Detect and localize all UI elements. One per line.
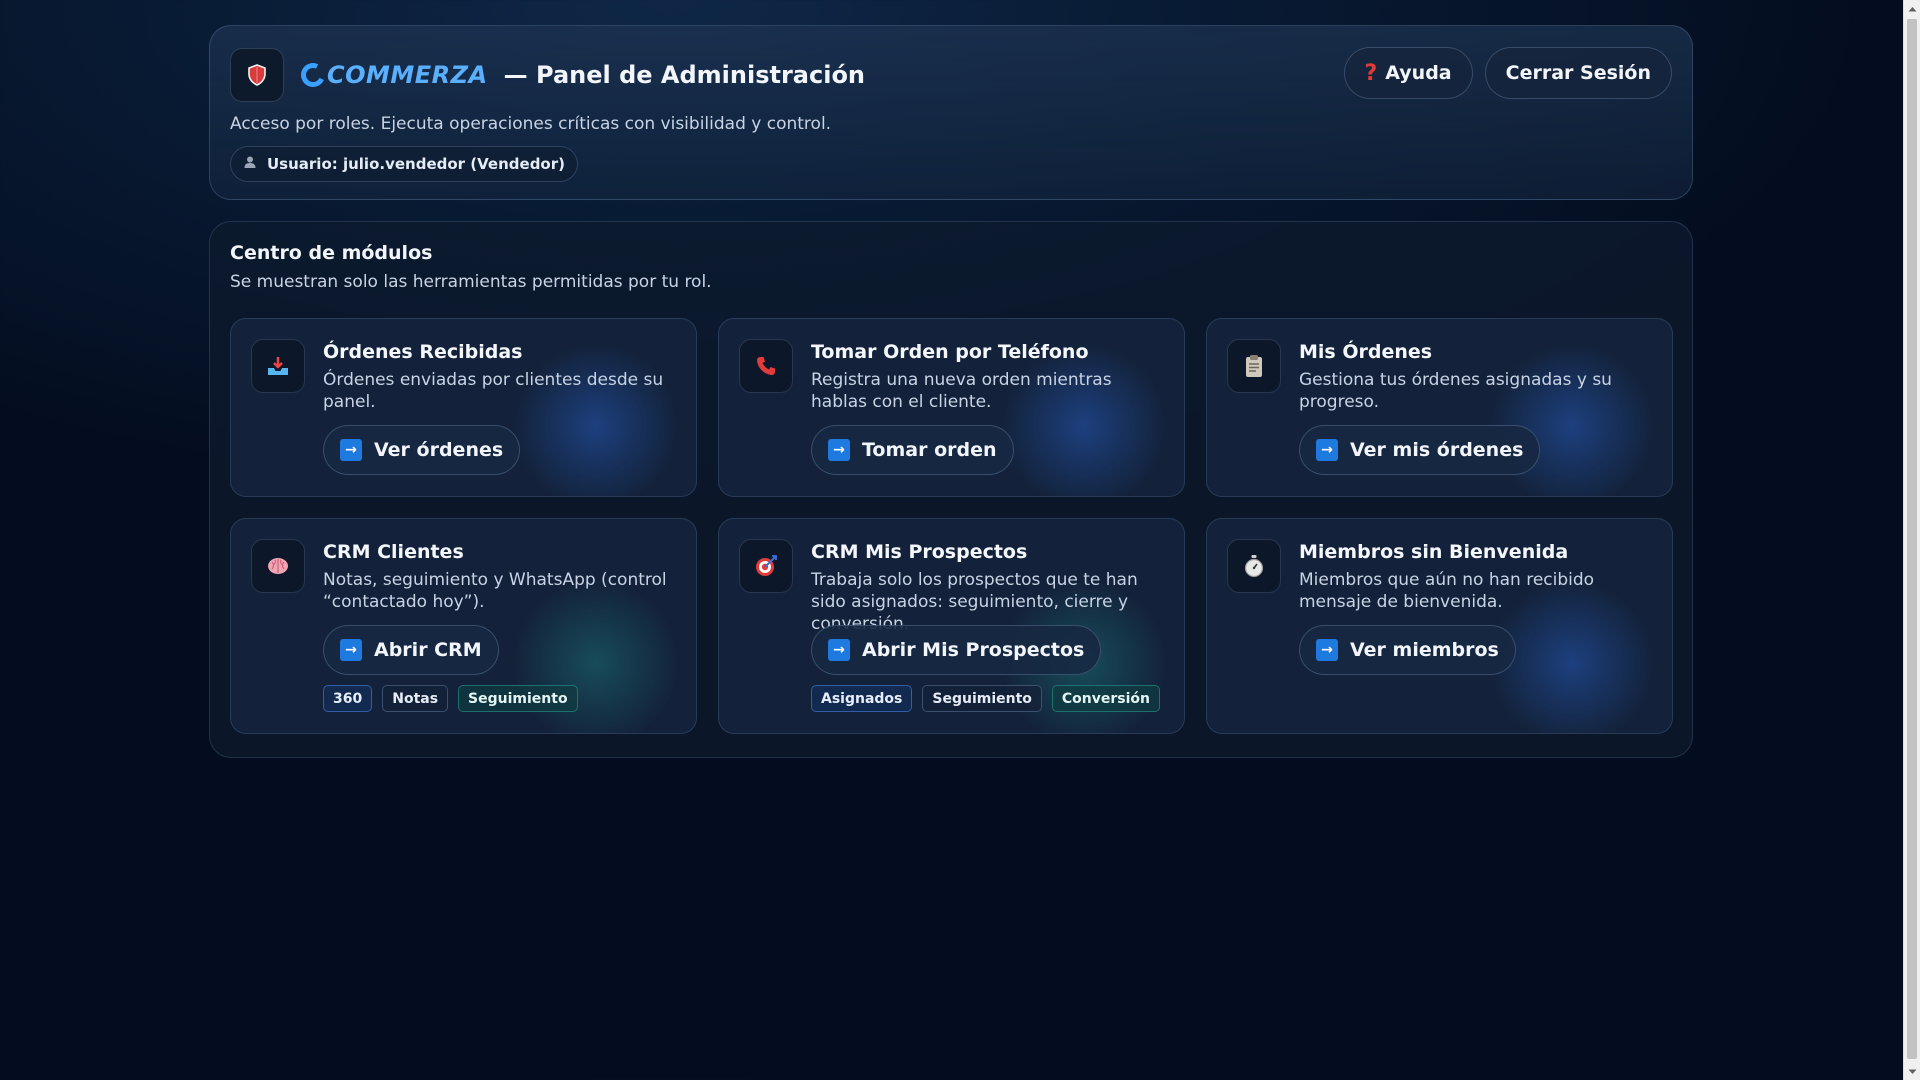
button-label: Abrir Mis Prospectos bbox=[862, 639, 1085, 661]
inbox-tray-icon bbox=[251, 339, 305, 393]
module-crm-mis-prospectos: CRM Mis Prospectos Trabaja solo los pros… bbox=[718, 518, 1185, 734]
tag-list: 360 Notas Seguimiento bbox=[323, 685, 676, 712]
scrollbar-thumb[interactable] bbox=[1907, 19, 1917, 1059]
button-label: Ver órdenes bbox=[374, 439, 504, 461]
scroll-down-arrow-icon[interactable] bbox=[1904, 1063, 1920, 1080]
tomar-orden-button[interactable]: → Tomar orden bbox=[811, 425, 1014, 475]
arrow-right-icon: → bbox=[1316, 439, 1338, 461]
ver-ordenes-button[interactable]: → Ver órdenes bbox=[323, 425, 521, 475]
module-title: Órdenes Recibidas bbox=[323, 341, 523, 363]
help-button[interactable]: ? Ayuda bbox=[1343, 47, 1473, 99]
abrir-mis-prospectos-button[interactable]: → Abrir Mis Prospectos bbox=[811, 625, 1102, 675]
tag-chip: Asignados bbox=[811, 685, 913, 712]
user-label: Usuario: julio.vendedor (Vendedor) bbox=[267, 155, 565, 173]
help-label: Ayuda bbox=[1385, 62, 1452, 84]
user-icon bbox=[243, 155, 257, 173]
module-title: CRM Mis Prospectos bbox=[811, 541, 1028, 563]
ver-miembros-button[interactable]: → Ver miembros bbox=[1299, 625, 1516, 675]
shield-icon bbox=[230, 48, 284, 102]
module-miembros-sin-bienvenida: Miembros sin Bienvenida Miembros que aún… bbox=[1206, 518, 1673, 734]
header-card: COMMERZA — Panel de Administración Acces… bbox=[209, 25, 1693, 200]
modules-panel: Centro de módulos Se muestran solo las h… bbox=[209, 221, 1693, 758]
vertical-scrollbar[interactable] bbox=[1903, 0, 1920, 1080]
button-label: Tomar orden bbox=[862, 439, 997, 461]
module-description: Órdenes enviadas por clientes desde su p… bbox=[323, 370, 664, 412]
module-title: Tomar Orden por Teléfono bbox=[811, 341, 1089, 363]
arrow-right-icon: → bbox=[828, 439, 850, 461]
module-title: Mis Órdenes bbox=[1299, 341, 1433, 363]
phone-icon bbox=[739, 339, 793, 393]
clipboard-icon bbox=[1227, 339, 1281, 393]
module-title: Miembros sin Bienvenida bbox=[1299, 541, 1569, 563]
module-body: Mis Órdenes Gestiona tus órdenes asignad… bbox=[1299, 339, 1652, 496]
user-badge: Usuario: julio.vendedor (Vendedor) bbox=[230, 146, 578, 182]
modules-title: Centro de módulos bbox=[230, 242, 433, 264]
stopwatch-icon bbox=[1227, 539, 1281, 593]
module-description: Notas, seguimiento y WhatsApp (control “… bbox=[323, 570, 667, 612]
page: COMMERZA — Panel de Administración Acces… bbox=[209, 25, 1693, 758]
module-body: CRM Clientes Notas, seguimiento y WhatsA… bbox=[323, 539, 676, 733]
question-icon: ? bbox=[1364, 60, 1378, 86]
tag-list: Asignados Seguimiento Conversión bbox=[811, 685, 1164, 712]
arrow-right-icon: → bbox=[340, 439, 362, 461]
module-crm-clientes: CRM Clientes Notas, seguimiento y WhatsA… bbox=[230, 518, 697, 734]
page-title: — Panel de Administración bbox=[503, 61, 866, 89]
module-body: Miembros sin Bienvenida Miembros que aún… bbox=[1299, 539, 1652, 733]
module-body: CRM Mis Prospectos Trabaja solo los pros… bbox=[811, 539, 1164, 733]
button-label: Abrir CRM bbox=[374, 639, 482, 661]
arrow-right-icon: → bbox=[1316, 639, 1338, 661]
module-description: Miembros que aún no han recibido mensaje… bbox=[1299, 570, 1595, 612]
module-body: Tomar Orden por Teléfono Registra una nu… bbox=[811, 339, 1164, 496]
brand-logo-mark bbox=[297, 59, 329, 91]
header-actions: ? Ayuda Cerrar Sesión bbox=[1343, 47, 1672, 99]
scroll-up-arrow-icon[interactable] bbox=[1904, 0, 1920, 17]
ver-mis-ordenes-button[interactable]: → Ver mis órdenes bbox=[1299, 425, 1541, 475]
brand-logo: COMMERZA bbox=[297, 59, 488, 91]
module-ordenes-recibidas: Órdenes Recibidas Órdenes enviadas por c… bbox=[230, 318, 697, 497]
tag-chip: Conversión bbox=[1051, 685, 1161, 712]
abrir-crm-button[interactable]: → Abrir CRM bbox=[323, 625, 499, 675]
target-icon bbox=[739, 539, 793, 593]
logout-button[interactable]: Cerrar Sesión bbox=[1484, 47, 1672, 99]
brand-name: COMMERZA bbox=[327, 61, 488, 89]
tag-chip: Seguimiento bbox=[458, 685, 578, 712]
arrow-right-icon: → bbox=[340, 639, 362, 661]
tag-chip: 360 bbox=[323, 685, 373, 712]
module-tomar-orden-telefono: Tomar Orden por Teléfono Registra una nu… bbox=[718, 318, 1185, 497]
arrow-right-icon: → bbox=[828, 639, 850, 661]
modules-subtitle: Se muestran solo las herramientas permit… bbox=[230, 272, 712, 292]
button-label: Ver mis órdenes bbox=[1350, 439, 1524, 461]
module-body: Órdenes Recibidas Órdenes enviadas por c… bbox=[323, 339, 676, 496]
page-subtitle: Acceso por roles. Ejecuta operaciones cr… bbox=[230, 114, 832, 134]
tag-chip: Seguimiento bbox=[922, 685, 1042, 712]
button-label: Ver miembros bbox=[1350, 639, 1499, 661]
tag-chip: Notas bbox=[382, 685, 449, 712]
module-description: Registra una nueva orden mientras hablas… bbox=[811, 370, 1112, 412]
modules-grid: Órdenes Recibidas Órdenes enviadas por c… bbox=[230, 318, 1673, 734]
module-description: Trabaja solo los prospectos que te han s… bbox=[811, 570, 1138, 634]
module-title: CRM Clientes bbox=[323, 541, 464, 563]
module-mis-ordenes: Mis Órdenes Gestiona tus órdenes asignad… bbox=[1206, 318, 1673, 497]
brain-icon bbox=[251, 539, 305, 593]
module-description: Gestiona tus órdenes asignadas y su prog… bbox=[1299, 370, 1612, 412]
